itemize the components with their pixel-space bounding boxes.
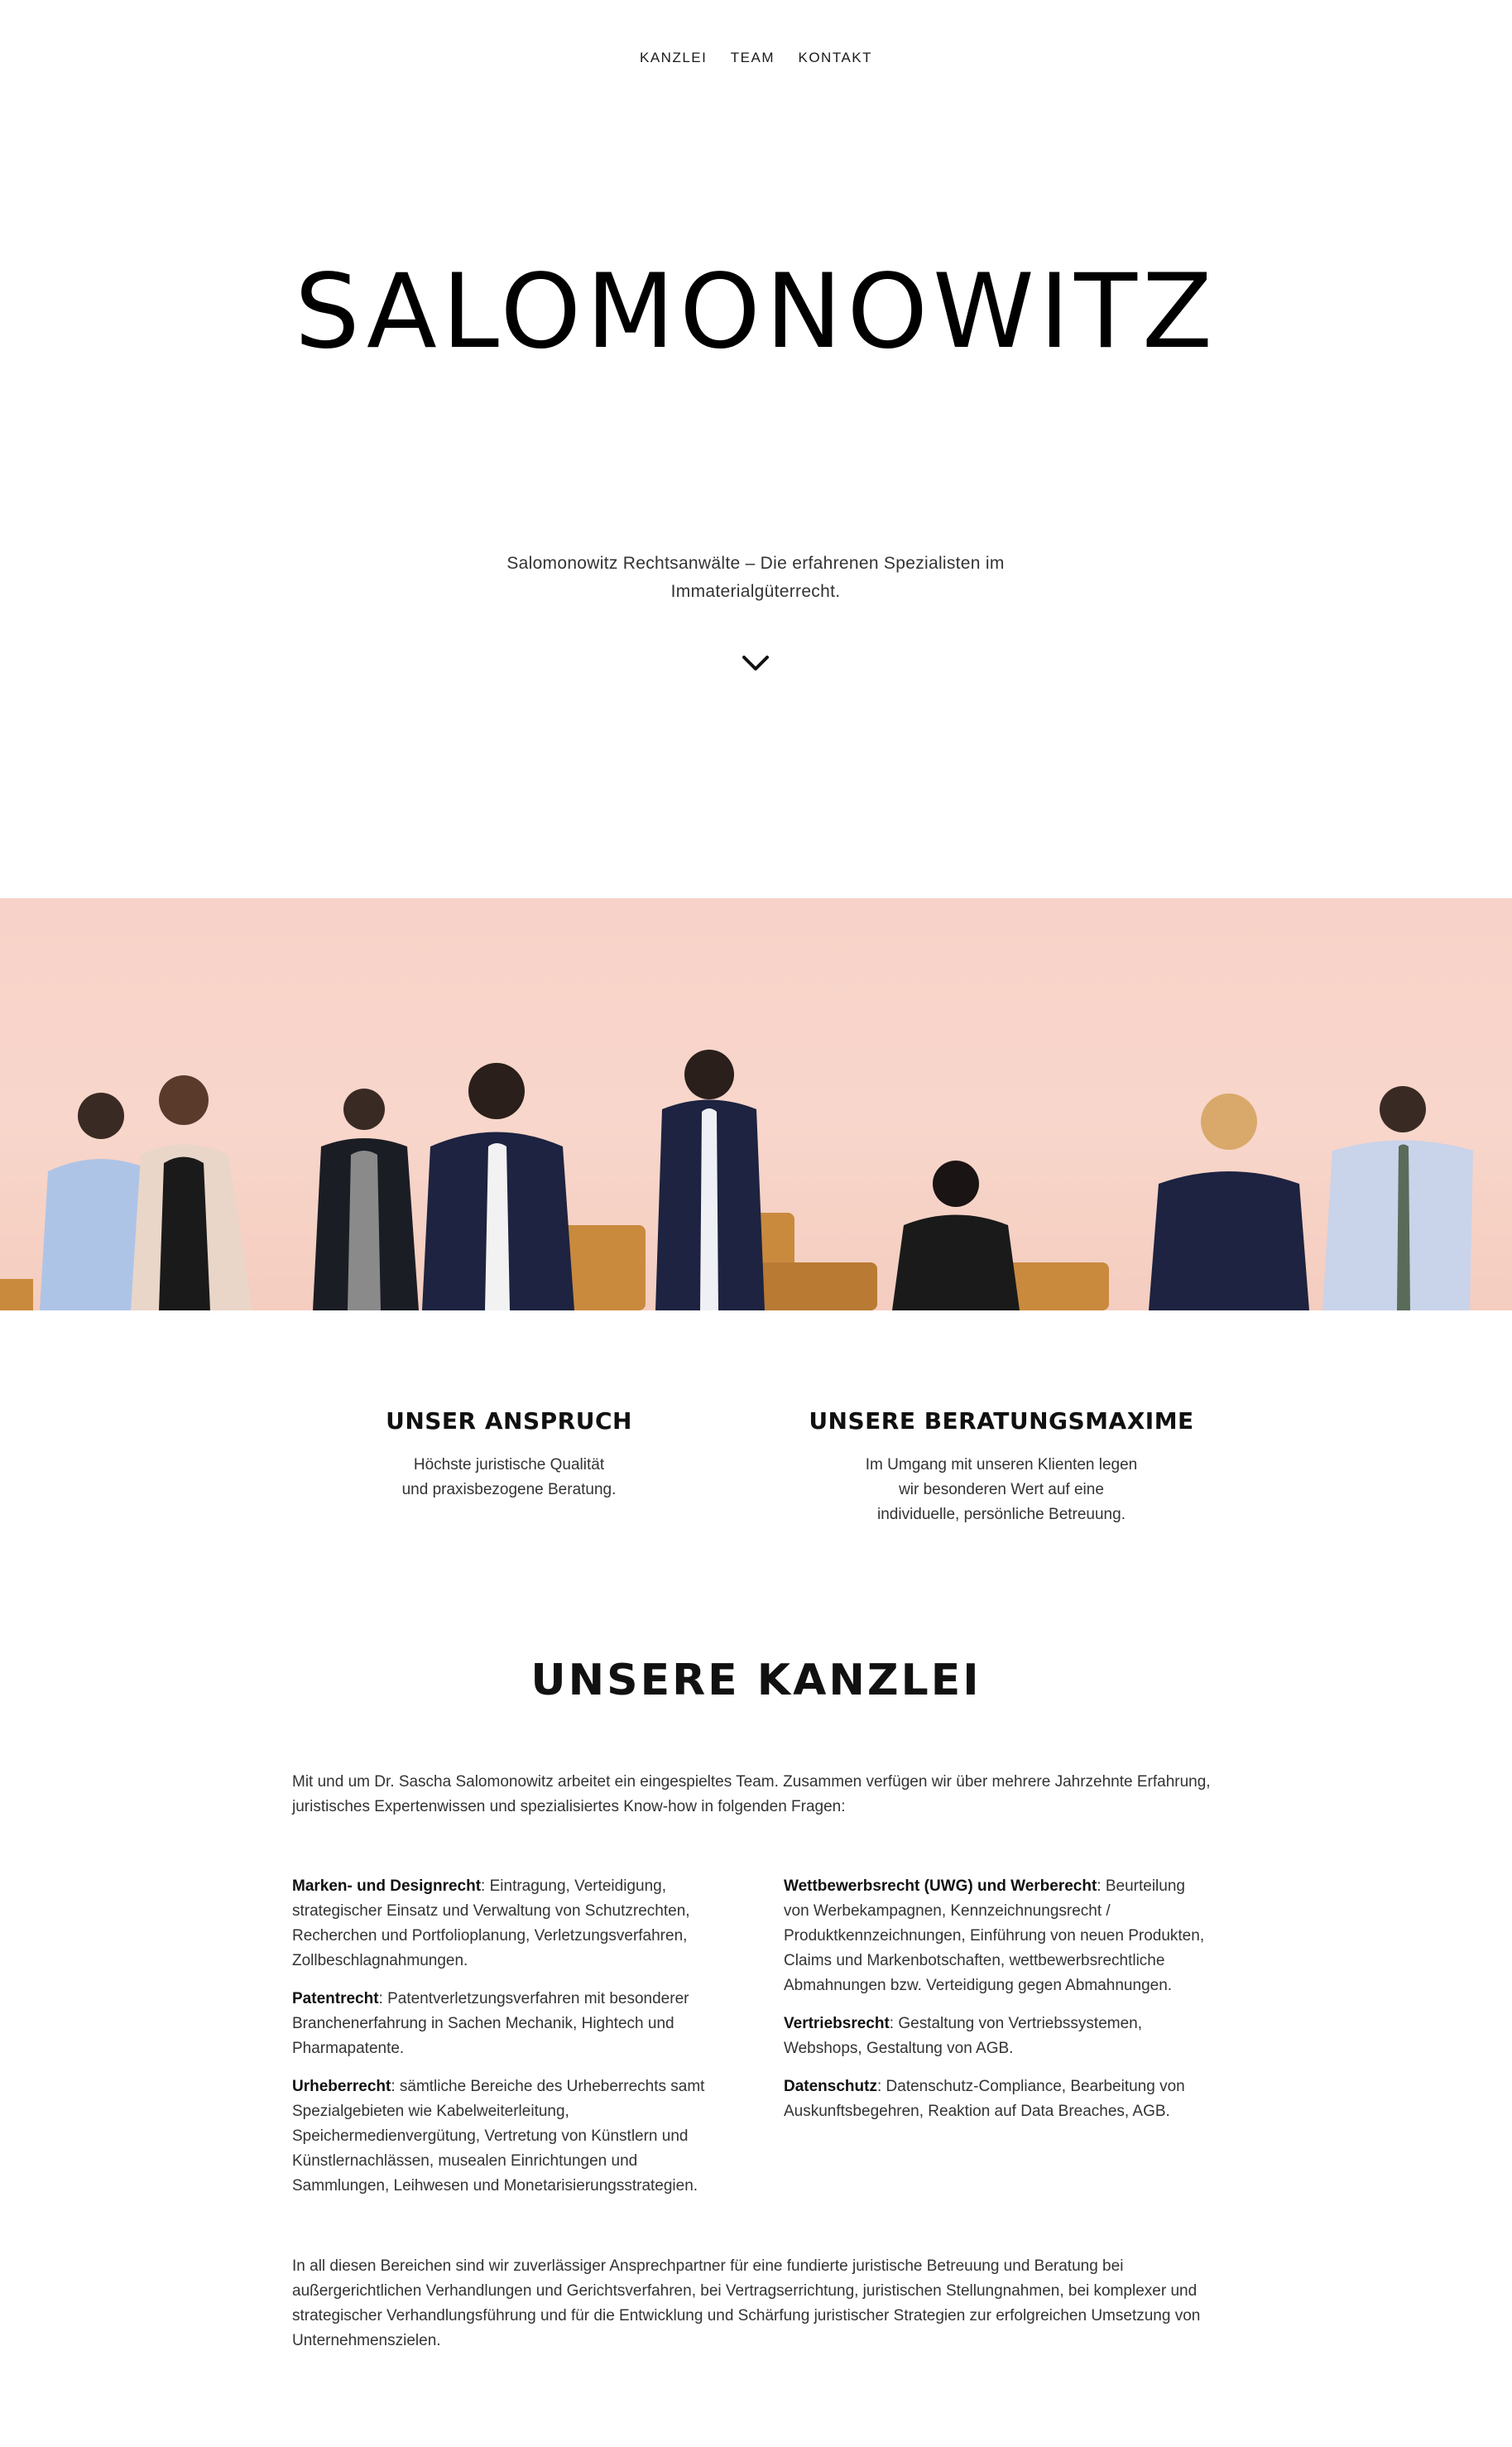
practice-area-name: Vertriebsrecht: [784, 2015, 890, 2032]
practice-area-vertrieb: Vertriebsrecht: Gestaltung von Vertriebs…: [784, 2012, 1214, 2061]
value-title: UNSERE BERATUNGSMAXIME: [809, 1407, 1194, 1435]
team-photo-illustration: [0, 1050, 1473, 1310]
value-text: Im Umgang mit unseren Klienten legen wir…: [794, 1453, 1208, 1527]
value-text-line: Im Umgang mit unseren Klienten legen: [865, 1456, 1138, 1473]
value-text-line: Höchste juristische Qualität: [413, 1456, 605, 1473]
team-photo: [0, 898, 1512, 1310]
nav-link-kontakt[interactable]: KONTAKT: [798, 50, 872, 66]
value-text-line: und praxisbezogene Beratung.: [401, 1481, 617, 1498]
practice-area-urheber: Urheberrecht: sämtliche Bereiche des Urh…: [292, 2074, 722, 2199]
practice-area-datenschutz: Datenschutz: Datenschutz-Compliance, Bea…: [784, 2074, 1214, 2124]
practice-area-marken: Marken- und Designrecht: Eintragung, Ver…: [292, 1874, 722, 1973]
value-text-line: individuelle, persönliche Betreuung.: [877, 1506, 1126, 1523]
nav-link-kanzlei[interactable]: KANZLEI: [640, 50, 707, 66]
practice-areas-left: Marken- und Designrecht: Eintragung, Ver…: [292, 1874, 722, 2212]
practice-area-name: Wettbewerbsrecht (UWG) und Werberecht: [784, 1877, 1097, 1895]
value-title: UNSER ANSPRUCH: [386, 1407, 632, 1435]
practice-area-name: Marken- und Designrecht: [292, 1877, 482, 1895]
section-title-kanzlei: UNSERE KANZLEI: [530, 1656, 982, 1705]
value-column-beratungsmaxime: UNSERE BERATUNGSMAXIME Im Umgang mit uns…: [794, 1407, 1208, 1527]
practice-area-patent: Patentrecht: Patentverletzungsverfahren …: [292, 1987, 722, 2061]
top-navigation: KANZLEI TEAM KONTAKT: [0, 50, 1512, 66]
practice-area-name: Patentrecht: [292, 1990, 379, 2007]
practice-area-wettbewerb: Wettbewerbsrecht (UWG) und Werberecht: B…: [784, 1874, 1214, 1998]
kanzlei-outro: In all diesen Bereichen sind wir zuverlä…: [292, 2257, 1201, 2349]
practice-area-text: : sämtliche Bereiche des Urheberrechts s…: [292, 2078, 705, 2195]
practice-area-name: Datenschutz: [784, 2078, 877, 2095]
kanzlei-intro: Mit und um Dr. Sascha Salomonowitz arbei…: [292, 1773, 1211, 1815]
brand-logo[interactable]: SALOMONOWITZ: [0, 261, 1512, 363]
practice-area-name: Urheberrecht: [292, 2078, 391, 2095]
chevron-down-icon[interactable]: [739, 651, 772, 675]
nav-link-team[interactable]: TEAM: [731, 50, 775, 66]
practice-area-text: : Beurteilung von Werbekampagnen, Kennze…: [784, 1877, 1205, 1994]
value-column-anspruch: UNSER ANSPRUCH Höchste juristische Quali…: [343, 1407, 674, 1502]
tagline: Salomonowitz Rechtsanwälte – Die erfahre…: [506, 554, 1005, 601]
value-text: Höchste juristische Qualität und praxisb…: [343, 1453, 674, 1502]
value-text-line: wir besonderen Wert auf eine: [899, 1481, 1104, 1498]
practice-areas-right: Wettbewerbsrecht (UWG) und Werberecht: B…: [784, 1874, 1214, 2137]
